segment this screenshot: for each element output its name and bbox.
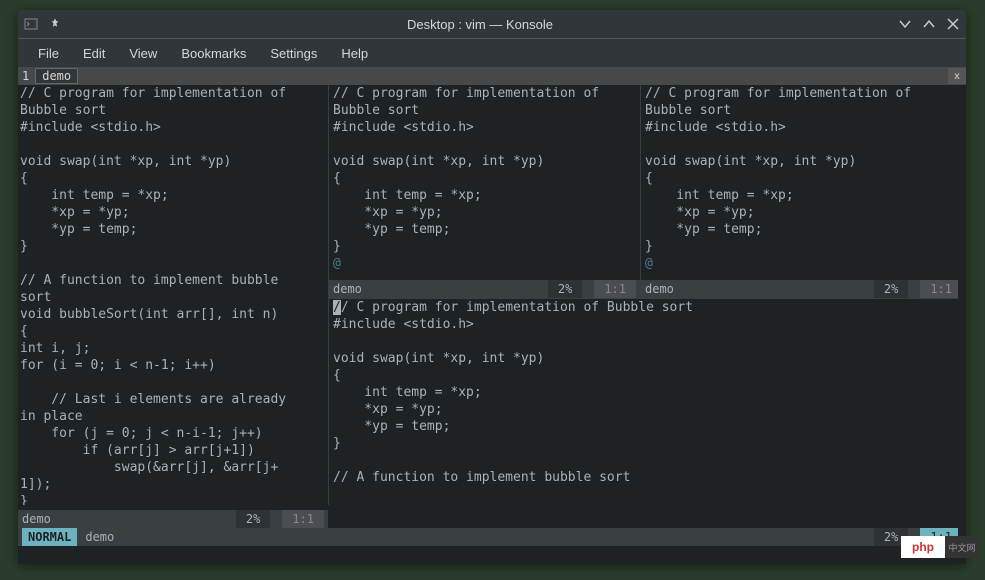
status-filename: demo — [645, 280, 674, 298]
status-percent: 2% — [548, 280, 582, 298]
pin-icon[interactable] — [48, 17, 62, 31]
vim-pane-top-middle[interactable]: // C program for implementation of Bubbl… — [329, 85, 640, 280]
menu-file[interactable]: File — [28, 42, 69, 65]
status-percent: 2% — [874, 280, 908, 298]
tab-label: demo — [42, 69, 71, 83]
status-filename: demo — [333, 280, 362, 298]
window-title: Desktop : vim — Konsole — [62, 17, 898, 32]
status-bar-left: demo 2% 1:1 — [18, 510, 328, 528]
konsole-window: Desktop : vim — Konsole File Edit View B… — [18, 10, 966, 564]
status-bar-top-right: demo 2% 1:1 — [641, 280, 966, 298]
vim-mode-badge: NORMAL — [22, 528, 77, 546]
code-line1-rest: / C program for implementation of Bubble… — [341, 300, 693, 315]
close-icon: x — [954, 71, 960, 82]
status-position: 1:1 — [594, 280, 636, 298]
status-filename: demo — [22, 510, 51, 528]
cursor: / — [333, 300, 341, 315]
watermark-suffix: 中文网 — [945, 536, 979, 558]
tab-bar: 1 demo x — [18, 67, 966, 85]
terminal-icon — [24, 17, 38, 31]
watermark-text: php — [901, 540, 945, 554]
status-filename: demo — [77, 528, 122, 546]
code-content-bottom: #include <stdio.h> void swap(int *xp, in… — [333, 317, 630, 487]
status-percent: 2% — [236, 510, 270, 528]
status-bar-active: NORMAL demo 2% 1:1 — [18, 528, 966, 546]
minimize-button[interactable] — [898, 17, 912, 31]
menu-settings[interactable]: Settings — [260, 42, 327, 65]
at-sign-tm: @ — [333, 256, 341, 271]
vim-pane-top-right[interactable]: // C program for implementation of Bubbl… — [641, 85, 966, 280]
status-position: 1:1 — [282, 510, 324, 528]
at-sign-tr: @ — [645, 256, 653, 271]
maximize-button[interactable] — [922, 17, 936, 31]
command-line[interactable] — [18, 546, 966, 564]
menu-view[interactable]: View — [119, 42, 167, 65]
vim-pane-left[interactable]: // C program for implementation of Bubbl… — [18, 85, 328, 505]
menubar: File Edit View Bookmarks Settings Help — [18, 39, 966, 67]
vim-pane-bottom[interactable]: // C program for implementation of Bubbl… — [329, 299, 966, 487]
menu-help[interactable]: Help — [331, 42, 378, 65]
tab-index: 1 — [18, 69, 33, 83]
status-bar-top-middle: demo 2% 1:1 — [329, 280, 640, 298]
tab-close-button[interactable]: x — [948, 68, 966, 84]
code-content-tm: // C program for implementation of Bubbl… — [333, 86, 599, 254]
terminal-area[interactable]: // C program for implementation of Bubbl… — [18, 85, 966, 564]
watermark-badge: php 中文网 — [901, 536, 979, 558]
status-position: 1:1 — [920, 280, 962, 298]
titlebar[interactable]: Desktop : vim — Konsole — [18, 10, 966, 38]
scrollbar[interactable] — [958, 85, 966, 564]
code-content-tr: // C program for implementation of Bubbl… — [645, 86, 911, 254]
menu-bookmarks[interactable]: Bookmarks — [171, 42, 256, 65]
menu-edit[interactable]: Edit — [73, 42, 115, 65]
close-button[interactable] — [946, 17, 960, 31]
tab-demo[interactable]: demo — [35, 68, 78, 84]
